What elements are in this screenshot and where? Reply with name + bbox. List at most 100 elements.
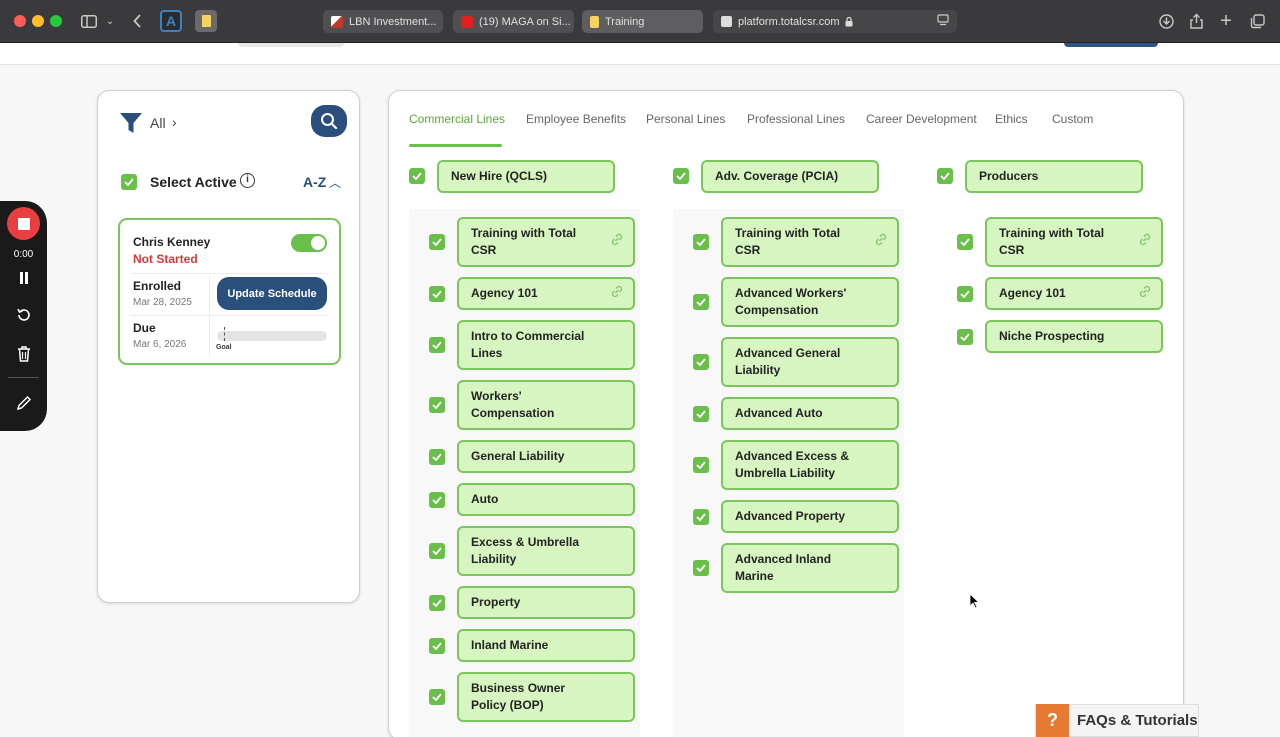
link-icon[interactable] [873, 232, 889, 253]
chevron-down-icon[interactable]: ⌄ [104, 10, 116, 32]
pencil-icon[interactable] [0, 395, 47, 415]
course-checkbox[interactable] [693, 457, 709, 473]
course-checkbox[interactable] [429, 337, 445, 353]
stop-recording-button[interactable] [7, 207, 40, 240]
course-checkbox[interactable] [957, 285, 973, 302]
sidebar-icon[interactable] [80, 10, 98, 32]
track-checkbox[interactable] [673, 168, 689, 184]
filter-icon[interactable] [119, 111, 143, 135]
course-card[interactable]: Advanced Inland Marine [721, 543, 899, 593]
tab-professional-lines[interactable]: Professional Lines [747, 112, 845, 126]
course-card[interactable]: Advanced General Liability [721, 337, 899, 387]
link-icon[interactable] [1137, 232, 1153, 253]
course-card[interactable]: Agency 101 [985, 277, 1163, 310]
course-card[interactable]: Training with Total CSR [457, 217, 635, 267]
tab-overview-icon[interactable] [1248, 10, 1266, 32]
course-checkbox[interactable] [693, 354, 709, 370]
course-checkbox[interactable] [429, 234, 445, 250]
course-title: Workers' Compensation [471, 389, 555, 420]
course-card[interactable]: Auto [457, 483, 635, 516]
course-checkbox[interactable] [693, 560, 709, 576]
course-card[interactable]: Niche Prospecting [985, 320, 1163, 353]
course-card[interactable]: Advanced Auto [721, 397, 899, 430]
filter-label[interactable]: All [150, 115, 166, 131]
track-title: New Hire (QCLS) [451, 169, 548, 183]
download-icon[interactable] [1158, 10, 1174, 32]
course-card[interactable]: Intro to Commercial Lines [457, 320, 635, 370]
course-checkbox[interactable] [693, 405, 709, 422]
chevron-up-icon[interactable]: ︿ [329, 174, 341, 191]
address-bar[interactable]: platform.totalcsr.com [713, 10, 957, 33]
browser-tab-training[interactable]: Training [582, 10, 703, 33]
info-icon[interactable]: i [240, 173, 255, 188]
reader-icon[interactable] [937, 14, 949, 29]
header-button[interactable] [1064, 43, 1158, 47]
course-checkbox[interactable] [429, 594, 445, 611]
pause-icon[interactable] [0, 271, 47, 288]
tab-ethics[interactable]: Ethics [995, 112, 1028, 126]
select-active-checkbox[interactable] [121, 174, 137, 190]
course-checkbox[interactable] [957, 328, 973, 345]
browser-tab-lbn[interactable]: LBN Investment... [323, 10, 443, 33]
course-checkbox[interactable] [429, 397, 445, 413]
training-favicon-icon [590, 15, 599, 28]
search-icon [321, 113, 338, 130]
course-card[interactable]: Business Owner Policy (BOP) [457, 672, 635, 722]
course-card[interactable]: Training with Total CSR [985, 217, 1163, 267]
minimize-window-button[interactable] [32, 15, 44, 27]
tab-employee-benefits[interactable]: Employee Benefits [526, 112, 626, 126]
chevron-right-icon[interactable]: › [172, 114, 177, 130]
course-card[interactable]: Inland Marine [457, 629, 635, 662]
extension-document-icon[interactable] [195, 10, 217, 32]
course-card[interactable]: Advanced Property [721, 500, 899, 533]
course-checkbox[interactable] [693, 234, 709, 250]
tab-personal-lines[interactable]: Personal Lines [646, 112, 725, 126]
course-card[interactable]: General Liability [457, 440, 635, 473]
course-checkbox[interactable] [429, 285, 445, 302]
link-icon[interactable] [609, 283, 625, 304]
track-checkbox[interactable] [409, 168, 425, 184]
tab-commercial-lines[interactable]: Commercial Lines [409, 112, 505, 126]
course-card[interactable]: Advanced Excess & Umbrella Liability [721, 440, 899, 490]
link-icon[interactable] [609, 232, 625, 253]
page-header-strip [0, 43, 1280, 65]
course-checkbox[interactable] [429, 543, 445, 559]
course-checkbox[interactable] [693, 508, 709, 525]
share-icon[interactable] [1188, 10, 1204, 32]
course-checkbox[interactable] [957, 234, 973, 250]
track-header[interactable]: Adv. Coverage (PCIA) [701, 160, 879, 193]
tab-custom[interactable]: Custom [1052, 112, 1093, 126]
course-checkbox[interactable] [429, 491, 445, 508]
track-checkbox[interactable] [937, 168, 953, 184]
restart-icon[interactable] [0, 307, 47, 327]
close-window-button[interactable] [14, 15, 26, 27]
search-button[interactable] [311, 105, 347, 137]
course-card[interactable]: Agency 101 [457, 277, 635, 310]
extension-a-icon[interactable]: A [160, 10, 182, 32]
browser-tab-youtube[interactable]: (19) MAGA on Si... [453, 10, 574, 33]
link-icon[interactable] [1137, 283, 1153, 304]
track-header[interactable]: Producers [965, 160, 1143, 193]
sort-toggle[interactable]: A-Z [303, 174, 326, 190]
active-toggle[interactable] [291, 234, 327, 252]
course-title: General Liability [471, 449, 565, 463]
faq-tutorials-button[interactable]: ? FAQs & Tutorials [1035, 704, 1199, 737]
maximize-window-button[interactable] [50, 15, 62, 27]
course-checkbox[interactable] [429, 689, 445, 705]
trash-icon[interactable] [0, 346, 47, 366]
update-schedule-button[interactable]: Update Schedule [217, 277, 327, 310]
new-tab-icon[interactable]: + [1218, 10, 1234, 32]
course-card[interactable]: Property [457, 586, 635, 619]
course-card[interactable]: Training with Total CSR [721, 217, 899, 267]
course-checkbox[interactable] [693, 294, 709, 310]
course-card[interactable]: Advanced Workers' Compensation [721, 277, 899, 327]
course-checkbox[interactable] [429, 448, 445, 465]
track-header[interactable]: New Hire (QCLS) [437, 160, 615, 193]
tab-career-development[interactable]: Career Development [866, 112, 977, 126]
back-icon[interactable] [131, 10, 143, 32]
course-card[interactable]: Excess & Umbrella Liability [457, 526, 635, 576]
employee-card[interactable]: Chris Kenney Not Started Enrolled Mar 28… [118, 218, 341, 365]
course-card[interactable]: Workers' Compensation [457, 380, 635, 430]
course-checkbox[interactable] [429, 637, 445, 654]
category-tabs: Commercial Lines Employee Benefits Perso… [389, 91, 1183, 147]
